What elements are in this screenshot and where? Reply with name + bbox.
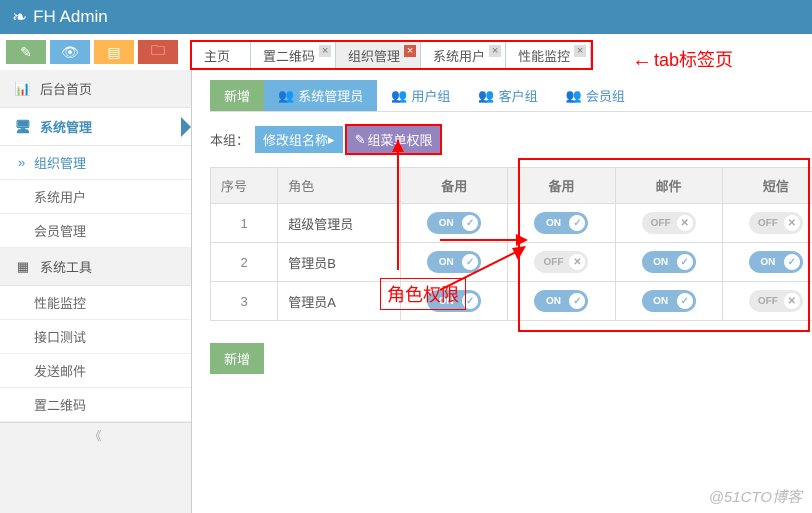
sidebar-system[interactable]: 🖥系统管理 <box>0 108 191 146</box>
pill-usergrp[interactable]: 👥用户组 <box>377 80 464 111</box>
toggle-switch[interactable]: ON✓ <box>642 251 696 273</box>
close-icon[interactable]: × <box>489 45 501 57</box>
pencil-icon: ✎ <box>355 132 366 148</box>
group-label: 本组： <box>210 130 249 149</box>
toggle-switch[interactable]: OFF✕ <box>749 290 803 312</box>
tab-bar: 主页置二维码×组织管理×系统用户×性能监控× <box>190 40 593 70</box>
folder-button[interactable]: 🗀 <box>138 40 178 64</box>
close-icon[interactable]: × <box>319 45 331 57</box>
sidebar-item-org[interactable]: 组织管理 <box>0 146 191 180</box>
col-spare1: 备用 <box>401 168 508 204</box>
edit-button[interactable]: ✎ <box>6 40 46 64</box>
roles-table: 序号 角色 备用 备用 邮件 短信 1超级管理员ON✓ON✓OFF✕OFF✕2管… <box>210 167 812 321</box>
pill-memgrp[interactable]: 👥会员组 <box>552 80 639 111</box>
toggle-switch[interactable]: ON✓ <box>427 251 481 273</box>
toggle-switch[interactable]: ON✓ <box>534 212 588 234</box>
leaf-icon: ❧ <box>12 7 27 28</box>
rename-group-button[interactable]: 修改组名称 ▸ <box>255 126 343 153</box>
toggle-switch[interactable]: OFF✕ <box>534 251 588 273</box>
watermark: @51CTO博客 <box>709 486 802 507</box>
pill-custgrp[interactable]: 👥客户组 <box>464 80 551 111</box>
table-row: 3管理员AON✓ON✓ON✓OFF✕ <box>211 282 812 321</box>
group-actions: 本组： 修改组名称 ▸ ✎组菜单权限 <box>210 124 812 155</box>
tab-置二维码[interactable]: 置二维码× <box>251 42 336 68</box>
sidebar-item-sysuser[interactable]: 系统用户 <box>0 180 191 214</box>
users-icon: 👥 <box>566 88 582 104</box>
grid-icon: ▦ <box>14 259 32 275</box>
tab-主页[interactable]: 主页 <box>192 42 251 68</box>
toggle-switch[interactable]: ON✓ <box>427 290 481 312</box>
sidebar-item-api[interactable]: 接口测试 <box>0 320 191 354</box>
users-icon: 👥 <box>478 88 494 104</box>
users-icon: 👥 <box>391 88 407 104</box>
top-header: ❧ FH Admin <box>0 0 812 34</box>
sidebar-item-qr[interactable]: 置二维码 <box>0 388 191 422</box>
pill-admin[interactable]: 👥系统管理员 <box>264 80 377 111</box>
sidebar-home[interactable]: 📊后台首页 <box>0 70 191 108</box>
main-content: 新增 👥系统管理员 👥用户组 👥客户组 👥会员组 本组： 修改组名称 ▸ ✎组菜… <box>192 70 812 513</box>
users-icon: 👥 <box>278 88 294 104</box>
col-spare2: 备用 <box>508 168 615 204</box>
sidebar-item-member[interactable]: 会员管理 <box>0 214 191 248</box>
tab-组织管理[interactable]: 组织管理× <box>336 42 421 68</box>
view-button[interactable]: 👁 <box>50 40 90 64</box>
col-sms: 短信 <box>722 168 812 204</box>
book-button[interactable]: ▤ <box>94 40 134 64</box>
group-tabs: 新增 👥系统管理员 👥用户组 👥客户组 👥会员组 <box>210 80 812 112</box>
col-mail: 邮件 <box>615 168 722 204</box>
toggle-switch[interactable]: ON✓ <box>749 251 803 273</box>
pill-new[interactable]: 新增 <box>210 80 264 111</box>
sidebar-item-mail[interactable]: 发送邮件 <box>0 354 191 388</box>
col-role: 角色 <box>278 168 401 204</box>
table-row: 2管理员BON✓OFF✕ON✓ON✓ <box>211 243 812 282</box>
table-row: 1超级管理员ON✓ON✓OFF✕OFF✕ <box>211 204 812 243</box>
sidebar-tools[interactable]: ▦系统工具 <box>0 248 191 286</box>
toggle-switch[interactable]: OFF✕ <box>642 212 696 234</box>
sidebar: 📊后台首页 🖥系统管理 组织管理 系统用户 会员管理 ▦系统工具 性能监控 接口… <box>0 70 192 513</box>
toggle-switch[interactable]: ON✓ <box>534 290 588 312</box>
toggle-switch[interactable]: OFF✕ <box>749 212 803 234</box>
col-idx: 序号 <box>211 168 278 204</box>
monitor-icon: 🖥 <box>14 119 32 135</box>
tab-性能监控[interactable]: 性能监控× <box>506 42 591 68</box>
add-button[interactable]: 新增 <box>210 343 264 374</box>
toggle-switch[interactable]: ON✓ <box>427 212 481 234</box>
app-title: FH Admin <box>33 7 108 27</box>
sidebar-collapse[interactable]: 《 <box>0 422 191 448</box>
toolbar-buttons: ✎ 👁 ▤ 🗀 <box>0 40 178 70</box>
close-icon[interactable]: × <box>574 45 586 57</box>
tab-系统用户[interactable]: 系统用户× <box>421 42 506 68</box>
toggle-switch[interactable]: ON✓ <box>642 290 696 312</box>
close-icon[interactable]: × <box>404 45 416 57</box>
sidebar-item-perf[interactable]: 性能监控 <box>0 286 191 320</box>
dashboard-icon: 📊 <box>14 81 32 97</box>
group-perm-button[interactable]: ✎组菜单权限 <box>345 124 443 155</box>
